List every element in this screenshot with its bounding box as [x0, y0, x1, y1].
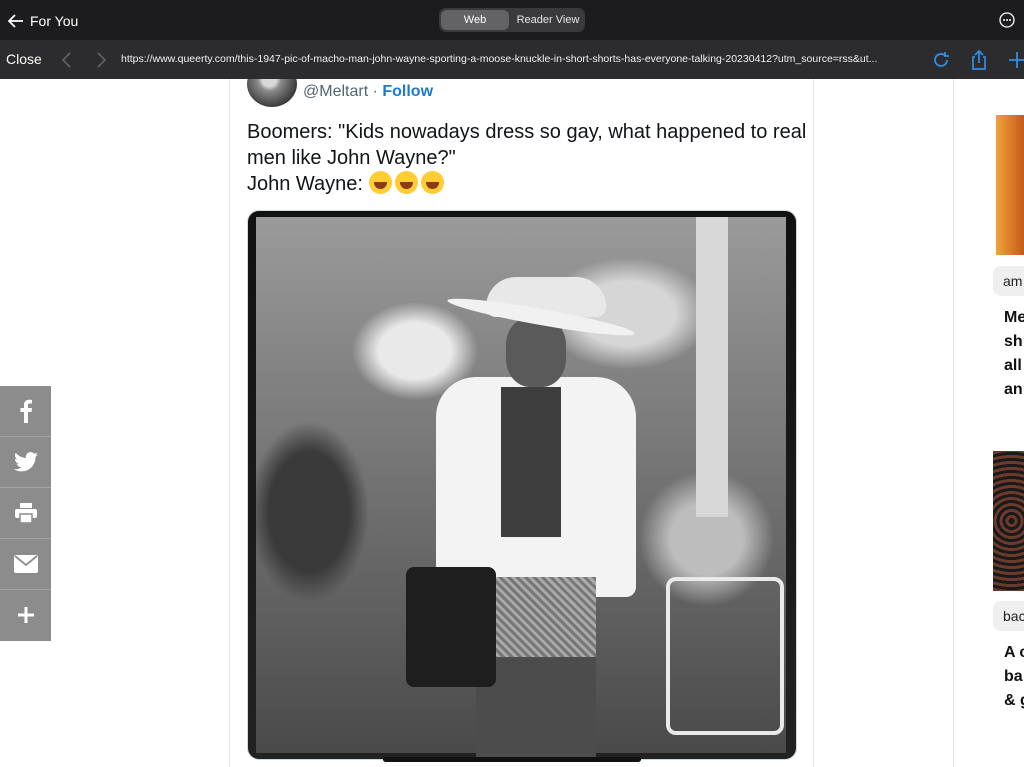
email-share-button[interactable]	[0, 539, 51, 590]
print-button[interactable]	[0, 488, 51, 539]
plus-icon	[17, 607, 34, 623]
chevron-left-icon[interactable]	[60, 52, 74, 68]
more-share-button[interactable]	[0, 590, 51, 640]
arrow-left-icon	[8, 14, 23, 28]
share-icon[interactable]	[968, 49, 990, 71]
bare-chest	[501, 387, 561, 537]
add-icon[interactable]	[1006, 49, 1024, 71]
leather-bag	[406, 567, 496, 687]
close-button[interactable]: Close	[6, 51, 42, 67]
chevron-right-icon[interactable]	[94, 52, 108, 68]
avatar[interactable]	[247, 79, 297, 107]
tweet-line-1: Boomers: "Kids nowadays dress so gay, wh…	[247, 121, 807, 169]
tweet-text: Boomers: "Kids nowadays dress so gay, wh…	[247, 120, 807, 198]
tweet-photo[interactable]	[247, 210, 797, 760]
reader-view-tab[interactable]: Reader View	[513, 10, 583, 30]
article-headline[interactable]: Me sh all an	[1004, 306, 1024, 402]
article-headline[interactable]: A c ba & g	[1004, 641, 1024, 713]
photo-image	[256, 217, 786, 757]
laughing-emoji-icon	[394, 171, 418, 194]
back-button[interactable]: For You	[8, 10, 78, 32]
back-label: For You	[30, 13, 79, 29]
separator: ·	[368, 83, 383, 100]
web-page: @Meltart · Follow Boomers: "Kids nowaday…	[0, 79, 1024, 767]
top-bar: For You Web Reader View	[0, 0, 1024, 40]
porch-post	[696, 217, 728, 517]
divider	[813, 79, 814, 767]
article-tag[interactable]: am	[993, 266, 1024, 296]
tweet-handle[interactable]: @Meltart	[303, 83, 368, 100]
print-icon	[14, 503, 37, 523]
more-options-icon[interactable]	[999, 12, 1015, 28]
home-indicator	[383, 757, 641, 762]
man-figure	[406, 277, 636, 757]
article-thumbnail[interactable]	[996, 115, 1024, 255]
email-icon	[13, 555, 38, 573]
laughing-emoji-icon	[368, 171, 392, 194]
laughing-emoji-icon	[420, 171, 444, 194]
reload-icon[interactable]	[930, 49, 952, 71]
share-bar	[0, 386, 51, 641]
twitter-icon	[13, 452, 38, 472]
facebook-share-button[interactable]	[0, 386, 51, 437]
tweet-line-2: John Wayne:	[247, 171, 807, 198]
article-thumbnail[interactable]	[993, 451, 1024, 591]
view-mode-toggle[interactable]: Web Reader View	[439, 8, 585, 32]
twitter-share-button[interactable]	[0, 437, 51, 488]
address-bar: Close https://www.queerty.com/this-1947-…	[0, 40, 1024, 79]
web-tab[interactable]: Web	[441, 10, 509, 30]
tweet-author: @Meltart · Follow	[303, 83, 433, 101]
embedded-tweet: @Meltart · Follow Boomers: "Kids nowaday…	[229, 79, 813, 767]
divider	[953, 79, 954, 767]
article-tag[interactable]: bac	[993, 601, 1024, 631]
url-field[interactable]: https://www.queerty.com/this-1947-pic-of…	[121, 53, 921, 65]
wicker-chair	[666, 577, 784, 735]
follow-link[interactable]: Follow	[382, 83, 433, 100]
facebook-icon	[20, 399, 32, 423]
